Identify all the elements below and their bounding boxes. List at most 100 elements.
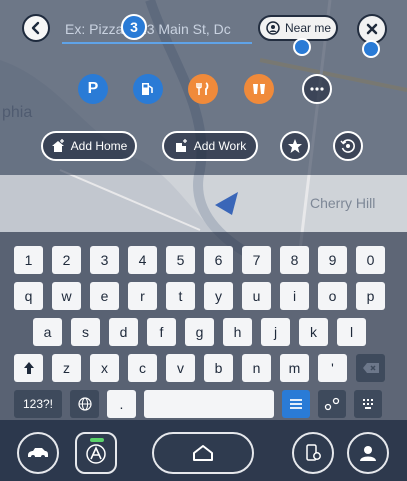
add-home-label: Add Home bbox=[70, 139, 128, 153]
keyboard-letter-group: z x c v b n m ' bbox=[52, 354, 347, 382]
keyboard-icon bbox=[363, 399, 373, 409]
key-d[interactable]: d bbox=[109, 318, 138, 346]
key-m[interactable]: m bbox=[280, 354, 309, 382]
key-c[interactable]: c bbox=[128, 354, 157, 382]
key-h[interactable]: h bbox=[223, 318, 252, 346]
step-badge: 3 bbox=[121, 14, 147, 40]
shift-key[interactable] bbox=[14, 354, 43, 382]
keyboard-row-numbers: 1234567890 bbox=[14, 246, 385, 274]
language-key[interactable] bbox=[70, 390, 99, 418]
key-g[interactable]: g bbox=[185, 318, 214, 346]
key-z[interactable]: z bbox=[52, 354, 81, 382]
category-restaurant[interactable] bbox=[188, 74, 218, 104]
key-j[interactable]: j bbox=[261, 318, 290, 346]
vehicle-button[interactable] bbox=[17, 432, 59, 474]
map-view-toggle[interactable] bbox=[318, 390, 346, 418]
category-parking[interactable]: P bbox=[78, 74, 108, 104]
parking-icon: P bbox=[87, 80, 99, 97]
car-icon bbox=[28, 448, 48, 459]
star-icon bbox=[288, 139, 302, 153]
key-1[interactable]: 1 bbox=[14, 246, 43, 274]
autonomous-drive-button[interactable] bbox=[75, 432, 117, 474]
bar-icon bbox=[253, 84, 265, 94]
key-6[interactable]: 6 bbox=[204, 246, 233, 274]
phone-settings-icon bbox=[306, 444, 321, 461]
key-3[interactable]: 3 bbox=[90, 246, 119, 274]
key-k[interactable]: k bbox=[299, 318, 328, 346]
space-key[interactable] bbox=[144, 390, 274, 418]
key-4[interactable]: 4 bbox=[128, 246, 157, 274]
phone-settings-button[interactable] bbox=[292, 432, 334, 474]
category-fuel[interactable] bbox=[133, 74, 163, 104]
hide-keyboard-key[interactable] bbox=[354, 390, 382, 418]
add-home-button[interactable]: Add Home bbox=[41, 131, 137, 161]
user-icon bbox=[360, 446, 376, 461]
list-view-toggle[interactable] bbox=[282, 390, 310, 418]
add-work-button[interactable]: Add Work bbox=[162, 131, 258, 161]
key-x[interactable]: x bbox=[90, 354, 119, 382]
key-w[interactable]: w bbox=[52, 282, 81, 310]
search-input[interactable]: Ex: Pizza, 123 Main St, Dc bbox=[62, 14, 252, 44]
map-route-icon bbox=[324, 397, 340, 411]
home-button[interactable] bbox=[152, 432, 254, 474]
key-b[interactable]: b bbox=[204, 354, 233, 382]
key-7[interactable]: 7 bbox=[242, 246, 271, 274]
chevron-left-icon bbox=[31, 21, 40, 35]
back-button[interactable] bbox=[22, 14, 50, 42]
key-s[interactable]: s bbox=[71, 318, 100, 346]
key-9[interactable]: 9 bbox=[318, 246, 347, 274]
backspace-icon bbox=[362, 363, 379, 373]
map-label-cherry-hill: Cherry Hill bbox=[310, 195, 375, 211]
work-add-icon bbox=[175, 139, 187, 152]
list-icon bbox=[290, 399, 302, 409]
key-o[interactable]: o bbox=[318, 282, 347, 310]
home-add-icon bbox=[51, 139, 64, 152]
symbols-key[interactable]: 123?! bbox=[14, 390, 62, 418]
keyboard-row-middle: asdfghjkl bbox=[33, 318, 366, 346]
key-v[interactable]: v bbox=[166, 354, 195, 382]
key-a[interactable]: a bbox=[33, 318, 62, 346]
key-l[interactable]: l bbox=[337, 318, 366, 346]
key-0[interactable]: 0 bbox=[356, 246, 385, 274]
favorites-button[interactable] bbox=[280, 131, 310, 161]
recent-destinations-button[interactable] bbox=[333, 131, 363, 161]
near-me-button[interactable]: Near me bbox=[258, 15, 338, 41]
key-t[interactable]: t bbox=[166, 282, 195, 310]
navigation-screen: p hi a Cherry Hill Ex: Pizza, 123 Main St,… bbox=[0, 0, 407, 481]
more-icon bbox=[310, 87, 324, 91]
profile-button[interactable] bbox=[347, 432, 389, 474]
key-8[interactable]: 8 bbox=[280, 246, 309, 274]
key-p[interactable]: p bbox=[356, 282, 385, 310]
key-e[interactable]: e bbox=[90, 282, 119, 310]
key-f[interactable]: f bbox=[147, 318, 176, 346]
status-indicator bbox=[90, 438, 104, 442]
keyboard-row-function: 123?! . bbox=[14, 390, 382, 418]
period-key[interactable]: . bbox=[107, 390, 136, 418]
key-5[interactable]: 5 bbox=[166, 246, 195, 274]
key-2[interactable]: 2 bbox=[52, 246, 81, 274]
backspace-key[interactable] bbox=[356, 354, 385, 382]
keyboard-row-top: qwertyuiop bbox=[14, 282, 385, 310]
recent-location-icon bbox=[340, 139, 355, 153]
close-icon bbox=[366, 23, 378, 35]
key-q[interactable]: q bbox=[14, 282, 43, 310]
shift-arrow-icon bbox=[23, 362, 34, 374]
key-n[interactable]: n bbox=[242, 354, 271, 382]
auto-drive-icon bbox=[86, 444, 106, 464]
keyboard: 1234567890 qwertyuiop asdfghjkl z x c v b n m '… bbox=[14, 238, 392, 418]
keyboard-row-bottom: z x c v b n m ' bbox=[14, 354, 385, 382]
key-i[interactable]: i bbox=[280, 282, 309, 310]
restaurant-icon bbox=[196, 82, 209, 95]
fuel-station-icon bbox=[142, 83, 153, 95]
category-more[interactable] bbox=[302, 74, 332, 104]
tutorial-marker bbox=[293, 38, 311, 56]
home-icon bbox=[193, 445, 213, 461]
near-me-label: Near me bbox=[285, 21, 332, 35]
key-u[interactable]: u bbox=[242, 282, 271, 310]
key-y[interactable]: y bbox=[204, 282, 233, 310]
category-bar[interactable] bbox=[244, 74, 274, 104]
location-pin-icon bbox=[266, 21, 280, 35]
tutorial-marker bbox=[362, 40, 380, 58]
key-apostrophe[interactable]: ' bbox=[318, 354, 347, 382]
key-r[interactable]: r bbox=[128, 282, 157, 310]
